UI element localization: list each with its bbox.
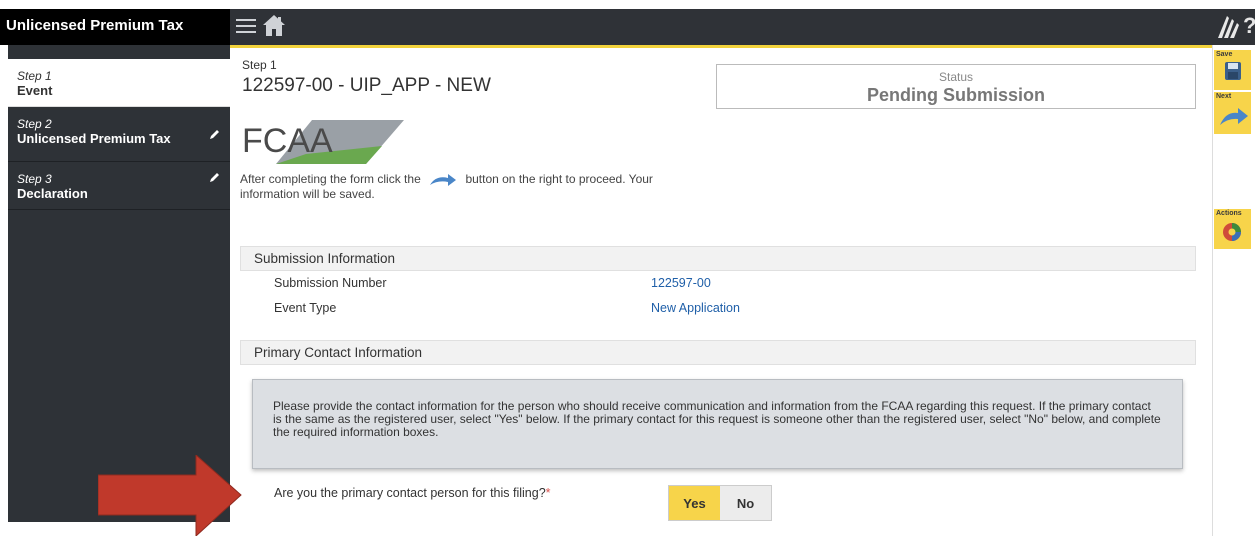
yes-button[interactable]: Yes — [669, 486, 720, 520]
actions-gear-icon — [1223, 223, 1241, 241]
app-title: Unlicensed Premium Tax — [0, 9, 230, 45]
info-row: Event Type New Application — [240, 296, 1196, 321]
pencil-icon — [210, 130, 219, 139]
save-button[interactable]: Save — [1214, 50, 1251, 90]
submission-info-section: Submission Information Submission Number… — [240, 246, 1196, 321]
primary-contact-info-box: Please provide the contact information f… — [252, 379, 1183, 469]
saskatchewan-logo-icon — [1215, 12, 1241, 40]
actions-button[interactable]: Actions — [1214, 209, 1251, 249]
current-step-label: Step 1 — [242, 58, 277, 72]
next-arrow-icon — [1220, 108, 1248, 125]
right-action-rail: Save Next Actions — [1213, 45, 1255, 536]
status-box: Status Pending Submission — [716, 64, 1196, 109]
section-heading: Primary Contact Information — [240, 340, 1196, 365]
page-title: 122597-00 - UIP_APP - NEW — [242, 75, 491, 96]
fcaa-logo: FCAA — [236, 114, 406, 166]
hamburger-menu-icon[interactable] — [236, 15, 256, 37]
pencil-icon — [210, 173, 219, 182]
top-bar: Unlicensed Premium Tax ? — [0, 9, 1255, 45]
row-label: Submission Number — [274, 276, 387, 290]
red-annotation-arrow — [98, 455, 242, 536]
sidebar-step-event[interactable]: Step 1 Event — [8, 59, 230, 107]
actions-label: Actions — [1216, 210, 1242, 217]
app-root: Unlicensed Premium Tax ? Step 1 Event — [0, 0, 1255, 536]
primary-contact-question: Are you the primary contact person for t… — [274, 486, 551, 500]
step-name: Unlicensed Premium Tax — [17, 131, 171, 146]
sidebar: Step 1 Event Step 2 Unlicensed Premium T… — [8, 45, 230, 522]
help-button[interactable]: ? — [1243, 11, 1255, 41]
instructions-text: After completing the form click the butt… — [240, 172, 710, 201]
required-marker: * — [545, 486, 551, 500]
step-number: Step 3 — [17, 172, 52, 186]
fcaa-logo-text: FCAA — [242, 122, 333, 160]
submission-number-value: 122597-00 — [651, 276, 711, 290]
section-heading: Submission Information — [240, 246, 1196, 271]
save-label: Save — [1216, 51, 1233, 58]
step-name: Declaration — [17, 186, 88, 201]
main-content: Step 1 122597-00 - UIP_APP - NEW Status … — [230, 48, 1212, 536]
event-type-value: New Application — [651, 301, 740, 315]
status-value: Pending Submission — [866, 85, 1045, 105]
next-arrow-icon — [430, 173, 457, 186]
sidebar-step-unlicensed-premium-tax[interactable]: Step 2 Unlicensed Premium Tax — [8, 107, 230, 162]
primary-contact-section: Primary Contact Information — [240, 340, 1196, 365]
next-label: Next — [1216, 93, 1232, 100]
status-label: Status — [938, 70, 974, 84]
step-name: Event — [17, 83, 53, 98]
home-icon[interactable] — [262, 13, 286, 39]
row-label: Event Type — [274, 301, 337, 315]
instructions-before: After completing the form click the — [240, 172, 421, 186]
no-button[interactable]: No — [720, 486, 771, 520]
step-number: Step 1 — [17, 69, 52, 83]
primary-contact-toggle: Yes No — [668, 485, 772, 521]
info-row: Submission Number 122597-00 — [240, 271, 1196, 296]
step-number: Step 2 — [17, 117, 52, 131]
sidebar-step-declaration[interactable]: Step 3 Declaration — [8, 162, 230, 210]
next-button[interactable]: Next — [1214, 92, 1251, 134]
question-text: Are you the primary contact person for t… — [274, 486, 546, 500]
floppy-disk-icon — [1225, 62, 1241, 80]
